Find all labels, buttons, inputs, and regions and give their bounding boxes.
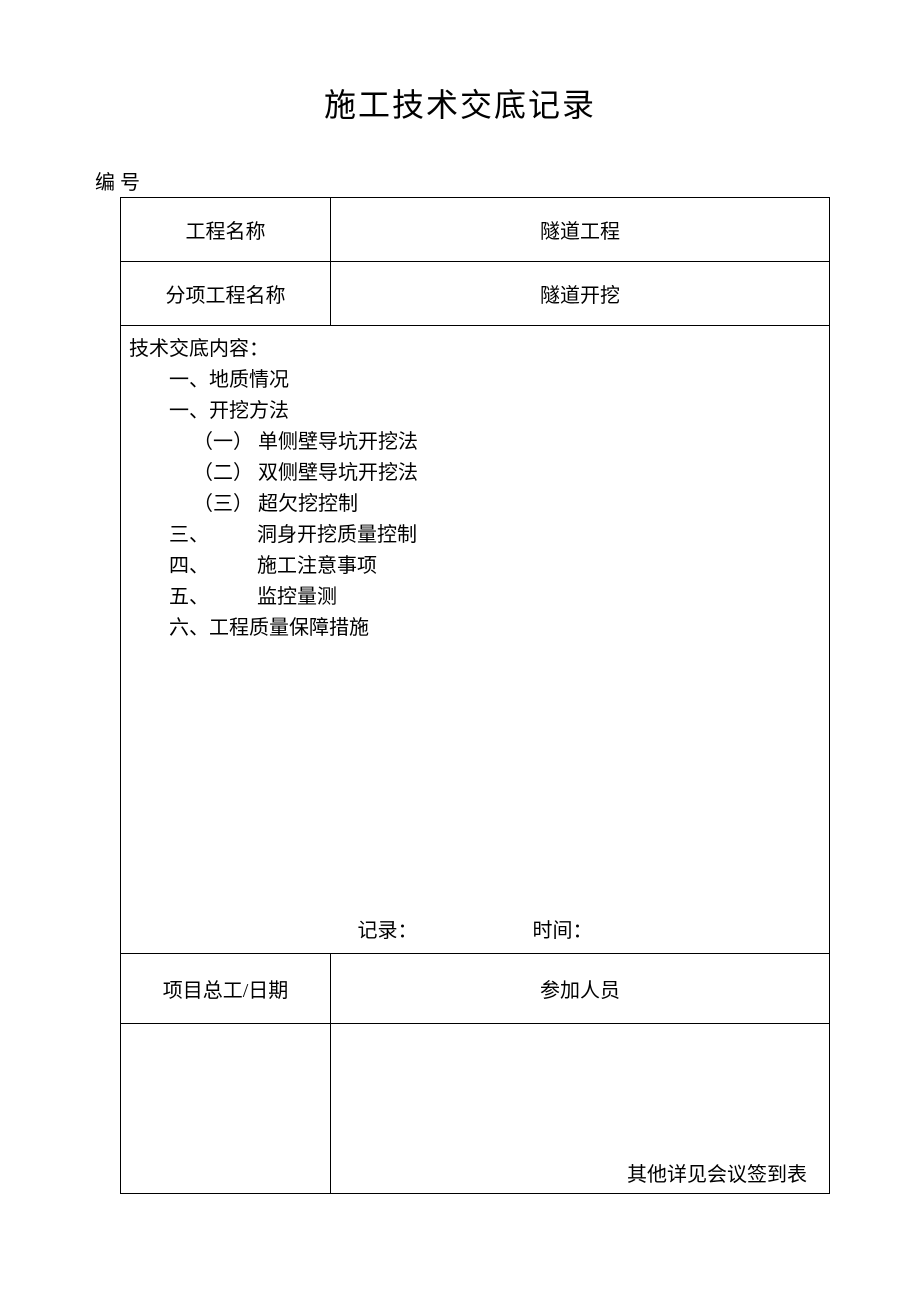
sign-left-cell (121, 1024, 331, 1194)
project-name-label: 工程名称 (121, 198, 331, 262)
record-label: 记录： (358, 914, 418, 943)
record-time-row: 记录： 时间： (121, 914, 829, 943)
serial-number-label: 编 号 (95, 166, 830, 195)
subproject-name-value: 隧道开挖 (331, 262, 830, 326)
content-item-2b: （二） 双侧壁导坑开挖法 (129, 458, 821, 489)
document-page: 施工技术交底记录 编 号 工程名称 隧道工程 分项工程名称 隧道开挖 技术交底内… (0, 0, 920, 1254)
row-subproject-name: 分项工程名称 隧道开挖 (121, 262, 830, 326)
row-sign-header: 项目总工/日期 参加人员 (121, 954, 830, 1024)
content-item-2a: （一） 单侧壁导坑开挖法 (129, 427, 821, 458)
content-item-5: 五、 监控量测 (129, 582, 821, 613)
content-item-4: 四、 施工注意事项 (129, 551, 821, 582)
row-sign-body: 其他详见会议签到表 (121, 1024, 830, 1194)
content-heading: 技术交底内容： (129, 334, 821, 365)
item-4-text: 施工注意事项 (257, 555, 377, 577)
document-title: 施工技术交底记录 (90, 80, 830, 126)
sign-note: 其他详见会议签到表 (627, 1164, 807, 1186)
content-item-2c: （三） 超欠挖控制 (129, 489, 821, 520)
subproject-name-label: 分项工程名称 (121, 262, 331, 326)
item-3-num: 三、 (169, 524, 209, 546)
content-item-6: 六、工程质量保障措施 (129, 613, 821, 644)
item-5-num: 五、 (169, 586, 209, 608)
item-4-num: 四、 (169, 555, 209, 577)
project-name-value: 隧道工程 (331, 198, 830, 262)
main-table: 工程名称 隧道工程 分项工程名称 隧道开挖 技术交底内容： 一、地质情况 一、开… (120, 197, 830, 1194)
time-label: 时间： (533, 914, 593, 943)
sign-right-label: 参加人员 (331, 954, 830, 1024)
content-body: 技术交底内容： 一、地质情况 一、开挖方法 （一） 单侧壁导坑开挖法 （二） 双… (129, 334, 821, 644)
row-content: 技术交底内容： 一、地质情况 一、开挖方法 （一） 单侧壁导坑开挖法 （二） 双… (121, 326, 830, 954)
sign-left-label: 项目总工/日期 (121, 954, 331, 1024)
row-project-name: 工程名称 隧道工程 (121, 198, 830, 262)
sign-right-cell: 其他详见会议签到表 (331, 1024, 830, 1194)
content-item-3: 三、 洞身开挖质量控制 (129, 520, 821, 551)
item-3-text: 洞身开挖质量控制 (257, 524, 417, 546)
item-5-text: 监控量测 (257, 586, 337, 608)
content-cell: 技术交底内容： 一、地质情况 一、开挖方法 （一） 单侧壁导坑开挖法 （二） 双… (121, 326, 830, 954)
content-item-1: 一、地质情况 (129, 365, 821, 396)
content-item-2: 一、开挖方法 (129, 396, 821, 427)
